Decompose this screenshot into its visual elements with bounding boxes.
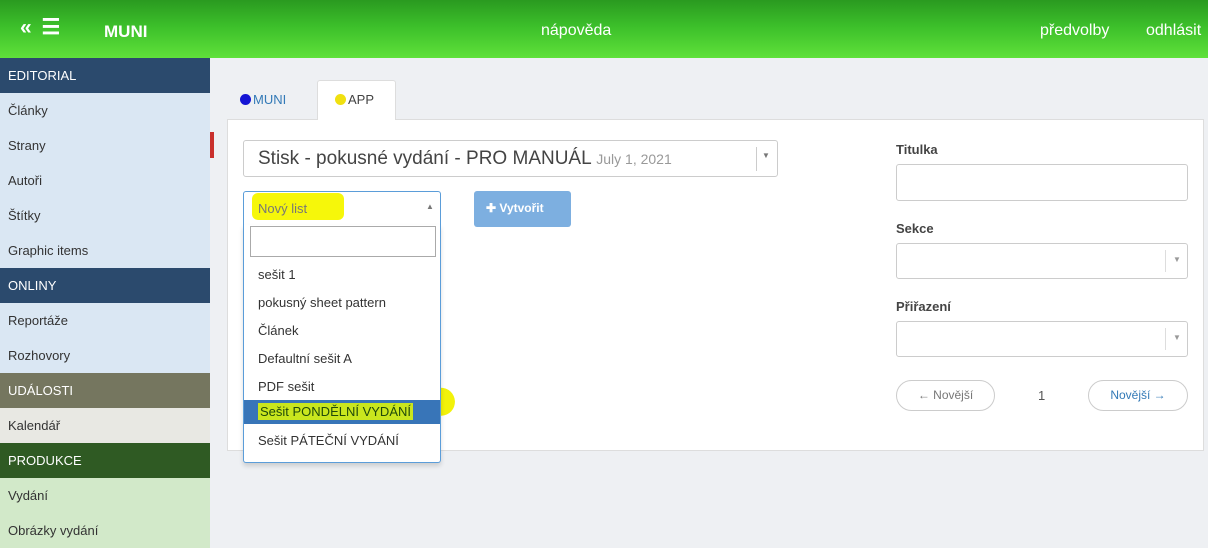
sidebar-item-autori[interactable]: Autoři bbox=[0, 163, 210, 198]
sidebar-header-onliny: ONLINY bbox=[0, 268, 210, 303]
sidebar-header-editorial: EDITORIAL bbox=[0, 58, 210, 93]
dropdown-search-input[interactable] bbox=[250, 226, 436, 257]
assign-label: Přiřazení bbox=[896, 299, 951, 314]
title-input[interactable] bbox=[896, 164, 1188, 201]
pager-next-button[interactable]: Novější → bbox=[1088, 380, 1188, 411]
caret-down-icon: ▼ bbox=[762, 151, 770, 160]
sidebar-item-label: Strany bbox=[8, 138, 46, 153]
help-link[interactable]: nápověda bbox=[541, 22, 611, 40]
sidebar: EDITORIAL Články Strany Autoři Štítky Gr… bbox=[0, 58, 214, 548]
pager-prev-button[interactable]: ← Novější bbox=[896, 380, 995, 411]
tab-muni[interactable]: MUNI bbox=[240, 92, 286, 107]
sidebar-item-stitky[interactable]: Štítky bbox=[0, 198, 210, 233]
assign-select[interactable]: ▼ bbox=[896, 321, 1188, 357]
sheet-select[interactable]: Nový list ▲ bbox=[243, 191, 441, 225]
caret-down-icon: ▼ bbox=[1173, 333, 1181, 342]
plus-icon: ✚ bbox=[486, 201, 497, 215]
divider bbox=[756, 147, 757, 171]
caret-down-icon: ▼ bbox=[1173, 255, 1181, 264]
sidebar-item-strany[interactable]: Strany bbox=[0, 128, 214, 163]
dropdown-option-selected[interactable]: Sešit PONDĚLNÍ VYDÁNÍ bbox=[244, 400, 440, 424]
top-bar: « ☰ MUNI nápověda předvolby odhlásit bbox=[0, 0, 1208, 58]
dropdown-option[interactable]: sešit 1 bbox=[244, 263, 440, 287]
issue-date: July 1, 2021 bbox=[596, 151, 672, 167]
dropdown-option[interactable]: pokusný sheet pattern bbox=[244, 291, 440, 315]
create-button[interactable]: ✚ Vytvořit bbox=[474, 191, 571, 227]
yellow-dot-icon bbox=[335, 94, 346, 105]
sidebar-item-obrazky-vydani[interactable]: Obrázky vydání bbox=[0, 513, 210, 548]
sidebar-item-kalendar[interactable]: Kalendář bbox=[0, 408, 210, 443]
dropdown-option[interactable]: PDF sešit bbox=[244, 375, 440, 399]
tab-muni-label: MUNI bbox=[253, 92, 287, 107]
sidebar-item-clanky[interactable]: Články bbox=[0, 93, 210, 128]
section-select[interactable]: ▼ bbox=[896, 243, 1188, 279]
tab-app-label: APP bbox=[348, 92, 375, 107]
title-label: Titulka bbox=[896, 142, 938, 157]
issue-select[interactable]: Stisk - pokusné vydání - PRO MANUÁL July… bbox=[243, 140, 778, 177]
divider bbox=[1165, 328, 1166, 350]
preferences-link[interactable]: předvolby bbox=[1040, 22, 1109, 40]
sidebar-header-produkce: PRODUKCE bbox=[0, 443, 210, 478]
sidebar-item-graphic-items[interactable]: Graphic items bbox=[0, 233, 210, 268]
dropdown-option[interactable]: Článek bbox=[244, 319, 440, 343]
sidebar-item-reportaze[interactable]: Reportáže bbox=[0, 303, 210, 338]
menu-toggle-icon[interactable]: « ☰ bbox=[20, 17, 62, 38]
dropdown-option[interactable]: Sešit PÁTEČNÍ VYDÁNÍ bbox=[244, 429, 440, 453]
brand-title: MUNI bbox=[104, 22, 148, 41]
dropdown-option-label: Sešit PONDĚLNÍ VYDÁNÍ bbox=[258, 403, 413, 420]
issue-select-value: Stisk - pokusné vydání - PRO MANUÁL July… bbox=[258, 148, 672, 170]
page-number: 1 bbox=[1038, 388, 1046, 403]
tab-app[interactable]: APP bbox=[317, 80, 396, 120]
sheet-select-value: Nový list bbox=[258, 201, 308, 216]
dropdown-option[interactable]: Defaultní sešit A bbox=[244, 347, 440, 371]
create-button-label: Vytvořit bbox=[499, 201, 544, 215]
section-label: Sekce bbox=[896, 221, 934, 236]
sidebar-item-rozhovory[interactable]: Rozhovory bbox=[0, 338, 210, 373]
divider bbox=[1165, 250, 1166, 272]
issue-title: Stisk - pokusné vydání - PRO MANUÁL bbox=[258, 148, 591, 169]
sheet-dropdown: sešit 1 pokusný sheet pattern Článek Def… bbox=[243, 225, 441, 463]
active-indicator bbox=[210, 132, 214, 158]
caret-up-icon: ▲ bbox=[426, 202, 434, 211]
logout-link[interactable]: odhlásit bbox=[1146, 22, 1201, 40]
sidebar-item-vydani[interactable]: Vydání bbox=[0, 478, 210, 513]
blue-dot-icon bbox=[240, 94, 251, 105]
sidebar-header-udalosti: UDÁLOSTI bbox=[0, 373, 210, 408]
